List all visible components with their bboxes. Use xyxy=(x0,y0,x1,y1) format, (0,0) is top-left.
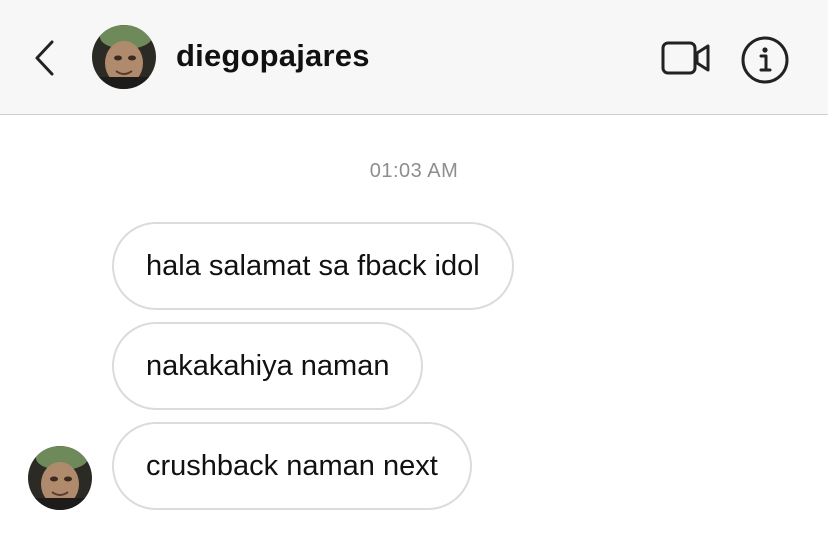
video-call-button[interactable] xyxy=(660,38,712,78)
message-text: crushback naman next xyxy=(146,449,438,482)
chat-username[interactable]: diegopajares xyxy=(176,38,370,74)
message-bubble[interactable]: nakakahiya naman xyxy=(112,322,424,410)
avatar[interactable] xyxy=(92,25,156,89)
chat-header: diegopajares xyxy=(0,0,828,115)
message-bubble[interactable]: crushback naman next xyxy=(112,422,472,510)
message-timestamp: 01:03 AM xyxy=(369,160,459,182)
info-icon xyxy=(741,36,789,84)
info-button[interactable] xyxy=(740,35,790,85)
message-bubble[interactable]: hala salamat sa fback idol xyxy=(112,222,514,310)
message-text: nakakahiya naman xyxy=(146,349,390,382)
sender-avatar[interactable] xyxy=(28,446,92,510)
video-camera-icon xyxy=(661,41,710,75)
back-button[interactable] xyxy=(26,38,62,78)
message-text: hala salamat sa fback idol xyxy=(146,249,480,282)
chevron-left-icon xyxy=(35,40,54,76)
